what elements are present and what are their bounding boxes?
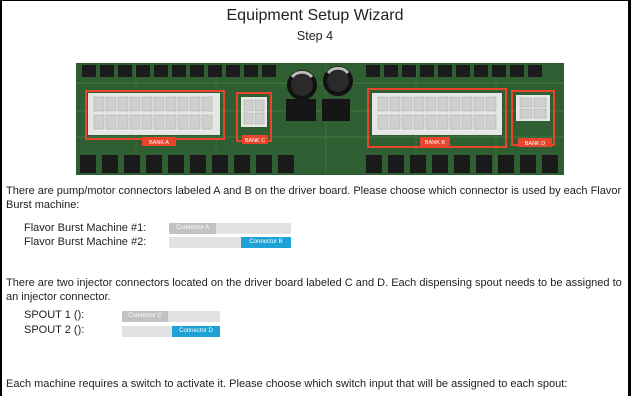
page-title: Equipment Setup Wizard: [226, 7, 404, 24]
pump-instructions: There are pump/motor connectors labeled …: [6, 185, 622, 211]
spout-1-label: SPOUT 1 ():: [24, 309, 85, 321]
machine-2-connector-toggle[interactable]: Connector B: [169, 237, 291, 248]
bank-c-label: BANK C: [245, 138, 266, 144]
injector-instructions: There are two injector connectors locate…: [6, 277, 622, 303]
machine-1-label: Flavor Burst Machine #1:: [24, 222, 147, 234]
machine-2-connector-selected[interactable]: Connector B: [241, 237, 291, 248]
spout-2-label: SPOUT 2 ():: [24, 324, 85, 336]
window-frame: Equipment Setup Wizard Step 4 BANK A BAN…: [0, 0, 631, 396]
driver-board-image: BANK A BANK C BANK B BANK D: [76, 63, 564, 175]
spout-1-connector-toggle[interactable]: Connector C: [122, 311, 220, 322]
wizard-panel: Equipment Setup Wizard Step 4 BANK A BAN…: [2, 1, 628, 396]
switch-instructions: Each machine requires a switch to activa…: [6, 378, 568, 390]
spout-2-connector-selected[interactable]: Connector D: [172, 326, 220, 337]
machine-1-connector-toggle[interactable]: Connector A: [169, 223, 291, 234]
spout-2-connector-toggle[interactable]: Connector D: [122, 326, 220, 337]
spout-1-connector-selected[interactable]: Connector C: [122, 311, 168, 322]
driver-board-illustration: BANK A BANK C BANK B BANK D: [76, 63, 564, 175]
step-indicator: Step 4: [296, 29, 334, 43]
bank-d-label: BANK D: [525, 141, 546, 147]
machine-1-connector-selected[interactable]: Connector A: [169, 223, 216, 234]
bank-b-label: BANK B: [425, 140, 446, 146]
machine-2-label: Flavor Burst Machine #2:: [24, 236, 147, 248]
bank-a-label: BANK A: [149, 140, 169, 146]
